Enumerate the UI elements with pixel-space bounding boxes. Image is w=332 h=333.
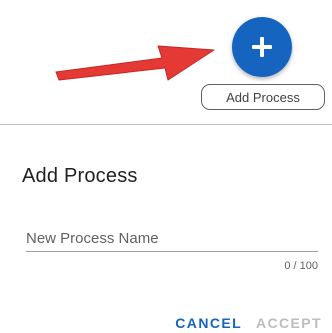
add-process-tooltip: Add Process <box>201 84 325 110</box>
add-process-button[interactable] <box>232 17 292 77</box>
input-underline <box>26 251 318 252</box>
red-arrow-icon <box>55 45 215 81</box>
toolbar: Add Process <box>0 0 332 122</box>
add-process-dialog: Add Process 0 / 100 CANCEL ACCEPT <box>0 125 332 333</box>
process-name-field <box>26 230 318 252</box>
accept-button[interactable]: ACCEPT <box>256 315 322 331</box>
plus-icon <box>252 37 272 57</box>
tooltip-label: Add Process <box>226 89 300 105</box>
process-name-input[interactable] <box>26 230 318 251</box>
dialog-title: Add Process <box>22 165 138 187</box>
cancel-button[interactable]: CANCEL <box>175 315 242 331</box>
dialog-actions: CANCEL ACCEPT <box>175 315 322 331</box>
character-counter: 0 / 100 <box>284 260 318 272</box>
